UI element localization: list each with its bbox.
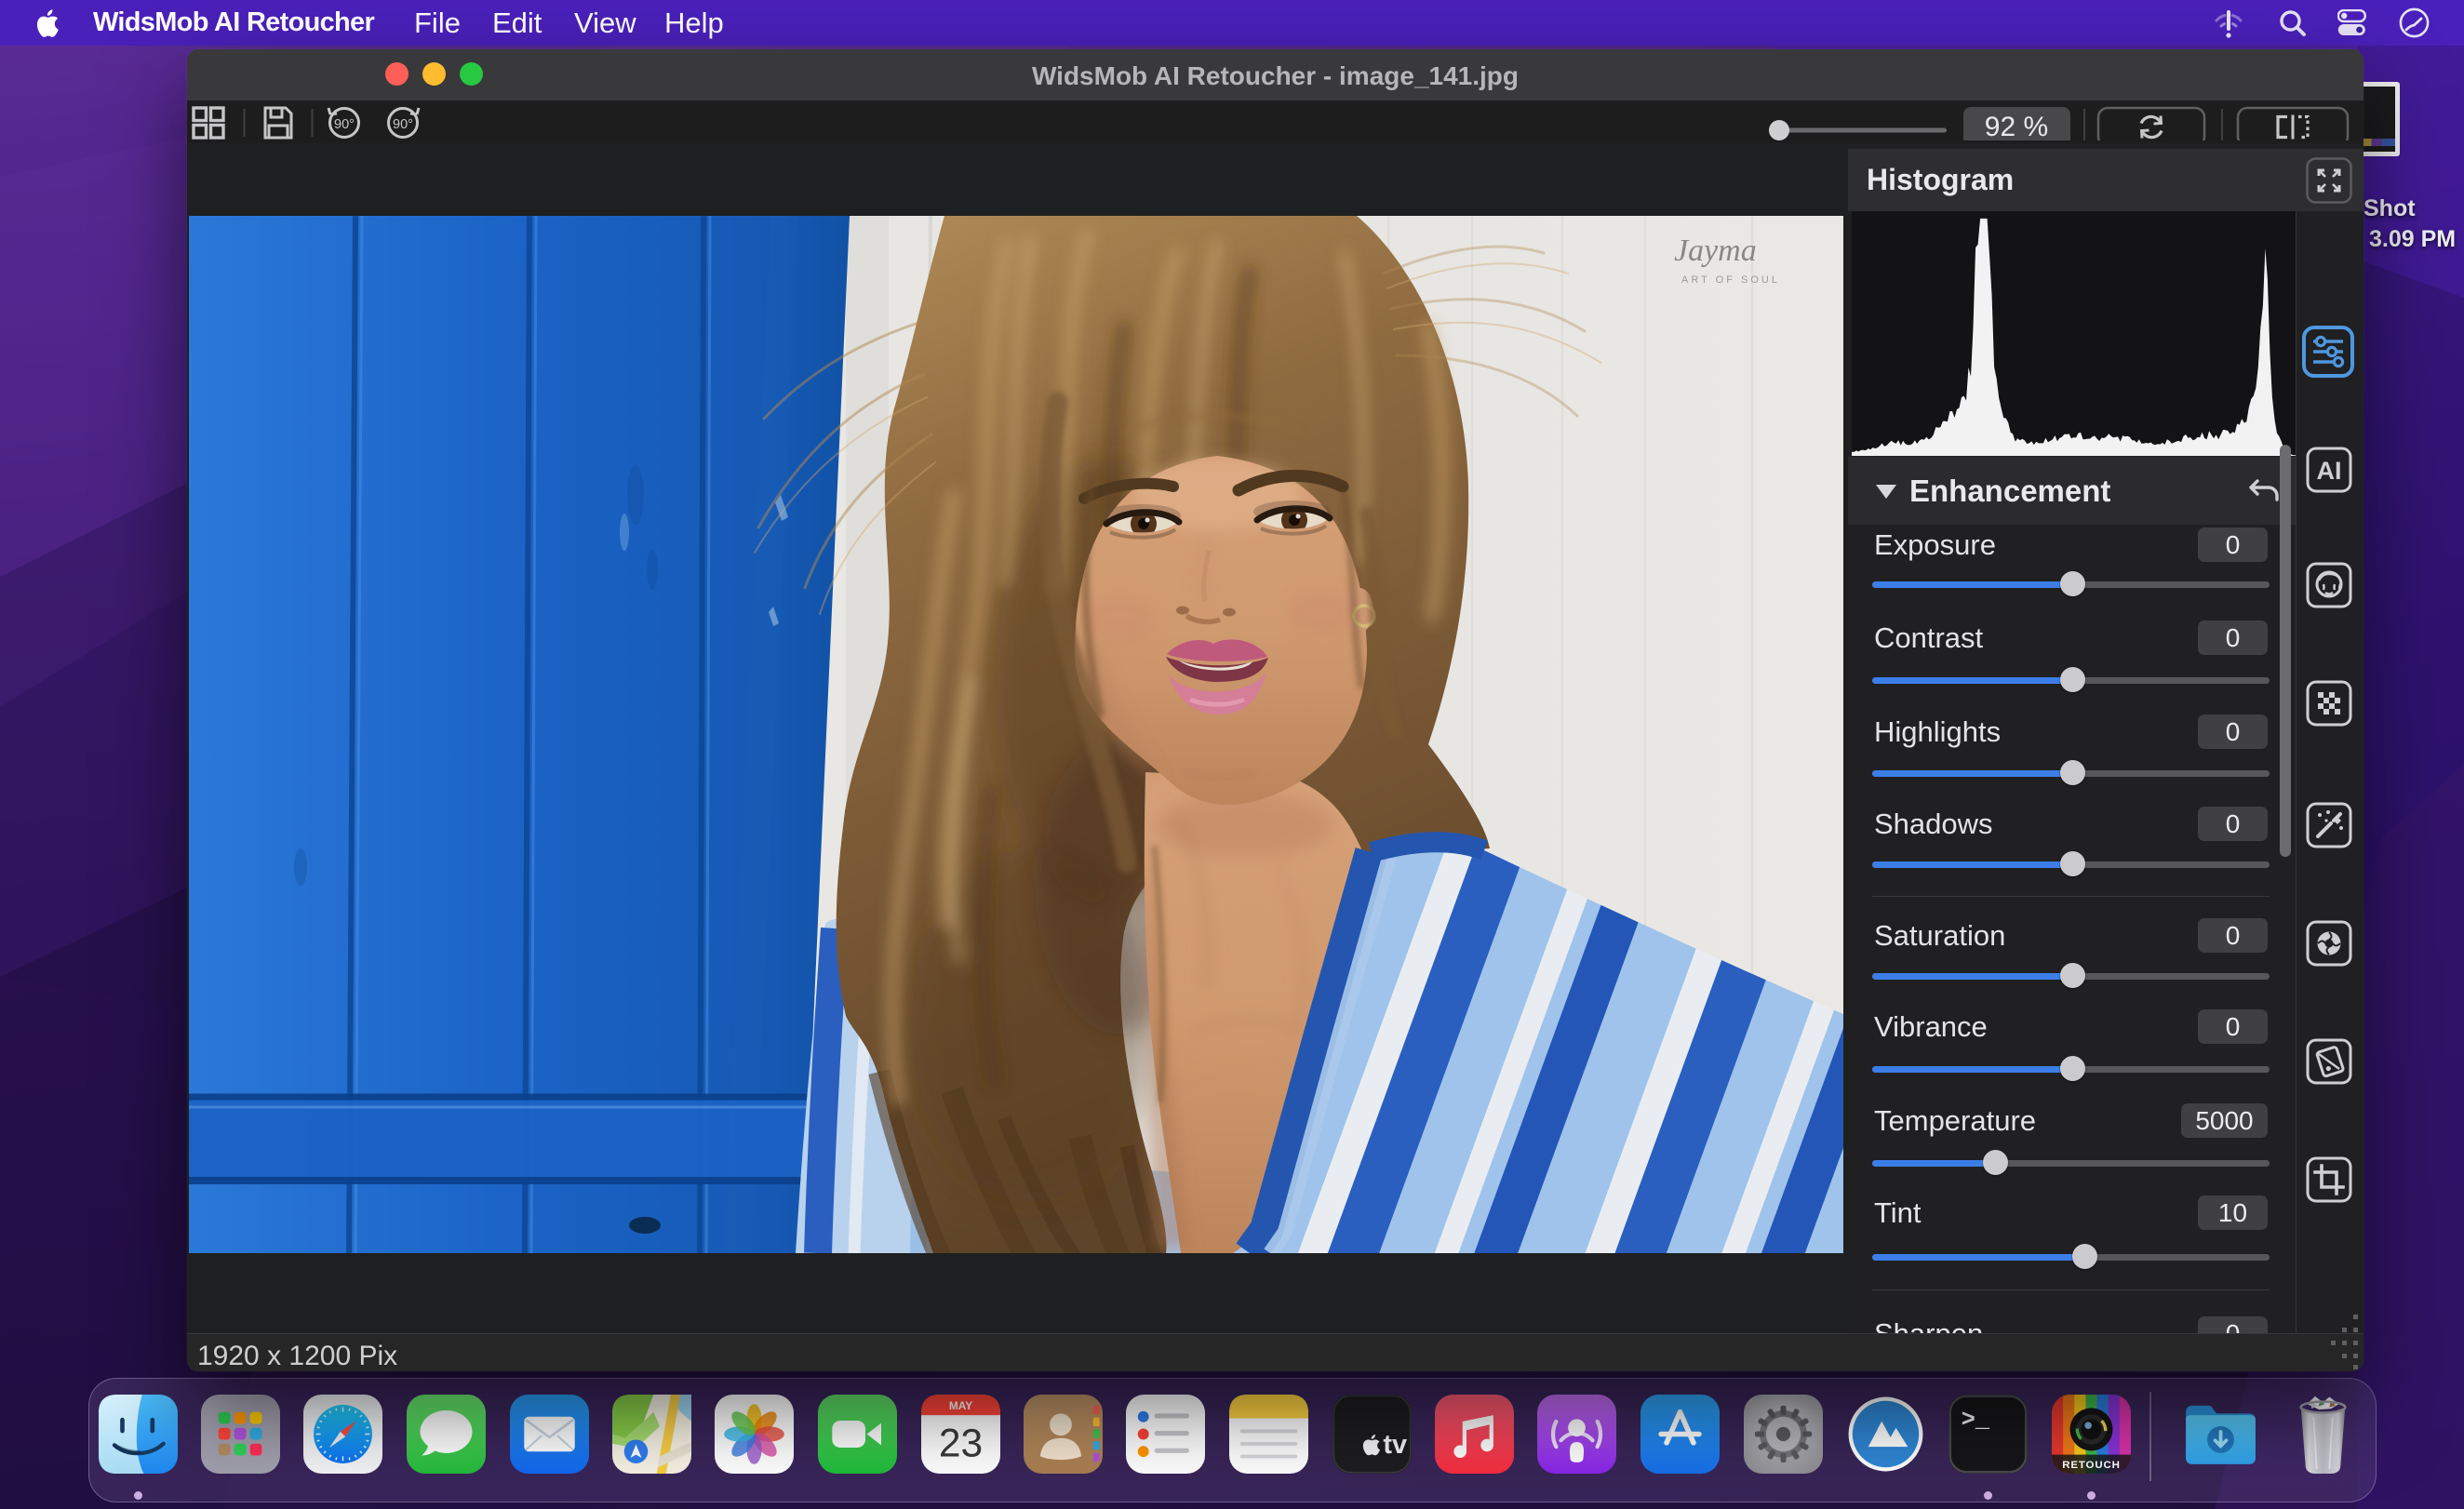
svg-text:23: 23: [939, 1422, 983, 1465]
svg-text:>_: >_: [1962, 1407, 1990, 1434]
svg-text:AI: AI: [2317, 457, 2342, 485]
svg-text:tv: tv: [1383, 1430, 1407, 1460]
svg-text:RETOUCH: RETOUCH: [2062, 1460, 2120, 1471]
svg-text:ART OF SOUL: ART OF SOUL: [1681, 274, 1780, 286]
svg-text:90°: 90°: [334, 117, 355, 132]
svg-text:Jayma: Jayma: [1674, 234, 1757, 268]
svg-text:90°: 90°: [393, 117, 413, 132]
svg-text:92 %: 92 %: [1985, 112, 2048, 140]
svg-text:MAY: MAY: [949, 1399, 972, 1412]
